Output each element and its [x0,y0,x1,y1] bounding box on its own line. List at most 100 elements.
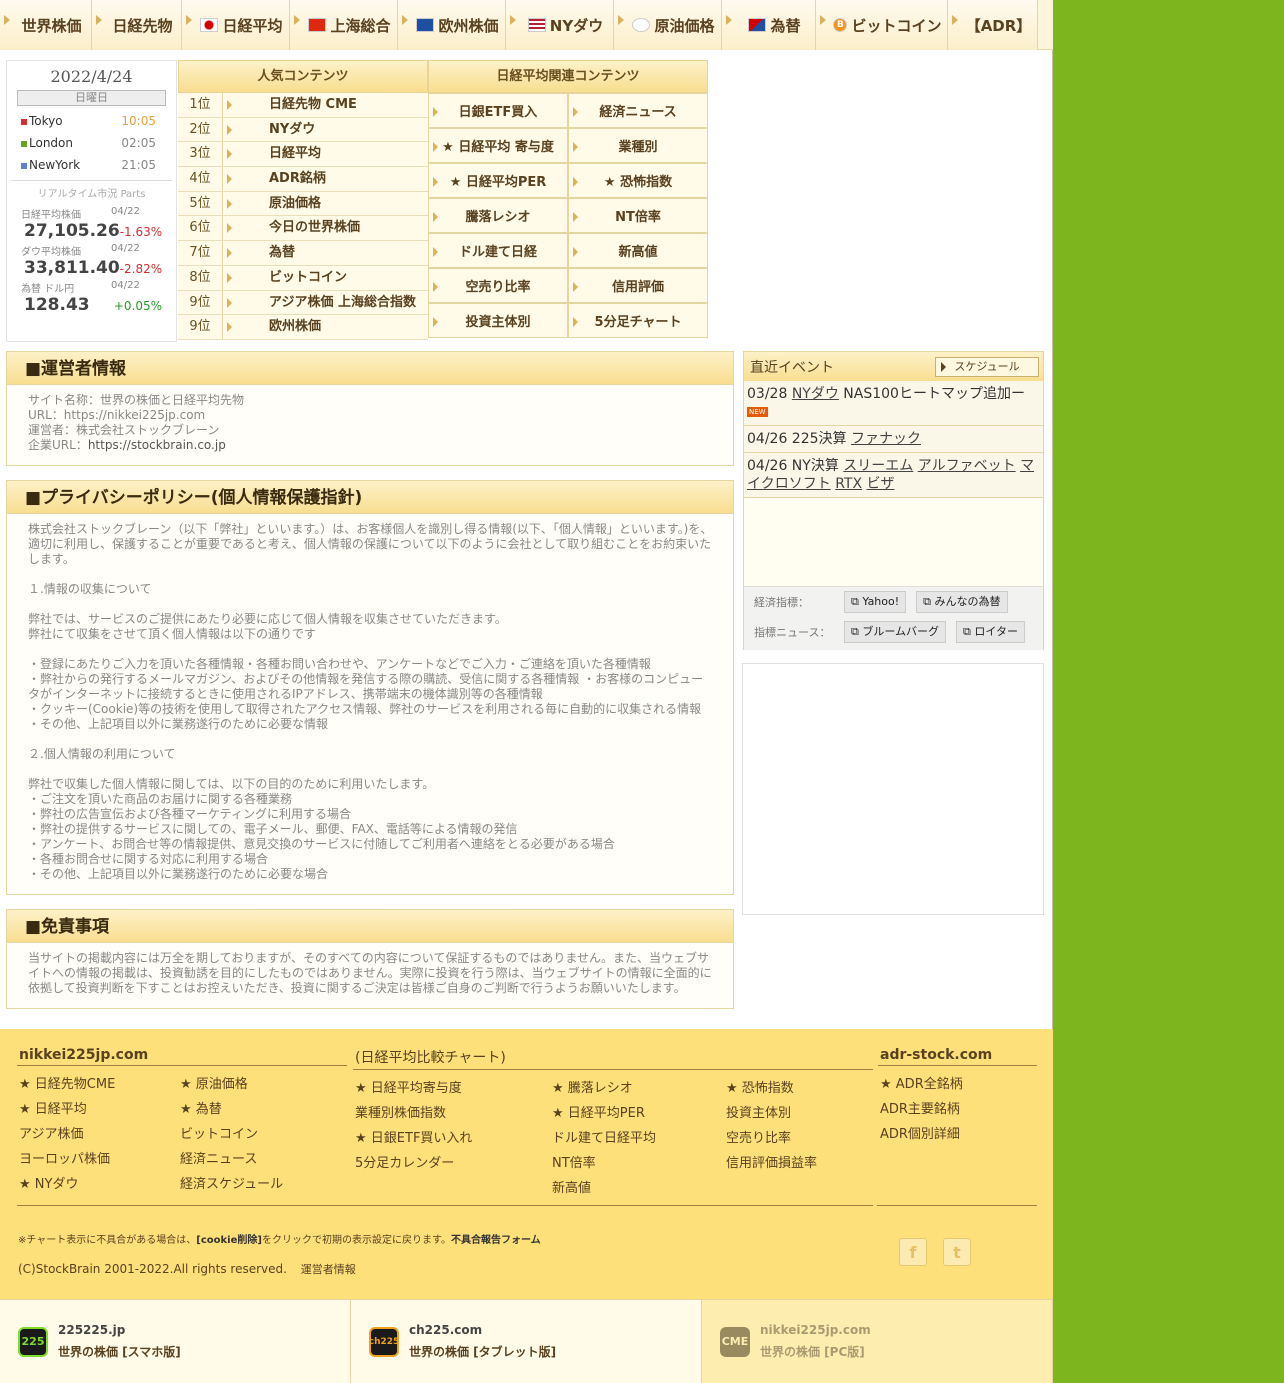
site-link-tablet[interactable]: ch225 ch225.com 世界の株価 [タブレット版] [351,1300,702,1383]
related-link[interactable]: ★ 恐怖指数 [568,163,708,198]
footer-link[interactable]: ★ 為替 [178,1101,339,1126]
footer-link[interactable]: ★ 日経平均寄与度 [353,1080,550,1105]
footer-link[interactable]: 新高値 [550,1180,724,1205]
related-title: 日経平均関連コンテンツ [428,60,708,93]
event-link[interactable]: ファナック [851,431,921,447]
schedule-button[interactable]: スケジュール [935,356,1039,377]
popular-link[interactable]: 原油価格 [223,192,428,216]
footer-link[interactable]: 5分足カレンダー [353,1155,550,1180]
popular-row[interactable]: 8位 ビットコイン [178,265,428,291]
related-link[interactable]: 業種別 [568,128,708,163]
related-link[interactable]: ドル建て日経 [428,233,568,268]
market-dow[interactable]: ダウ平均株価 04/22 33,811.40 -2.82% [7,243,176,278]
event-link[interactable]: NYダウ [792,386,839,402]
nav-oil[interactable]: 原油価格 [614,0,722,50]
market-date: 04/22 [111,206,140,217]
nav-fx[interactable]: 為替 [722,0,816,50]
footer-link[interactable]: 業種別株価指数 [353,1105,550,1130]
facebook-icon[interactable]: f [899,1238,927,1266]
nav-nikkei-futures[interactable]: 日経先物 [92,0,182,50]
related-link[interactable]: ★ 日経平均 寄与度 [428,128,568,163]
popular-row[interactable]: 4位 ADR銘柄 [178,167,428,192]
popular-row[interactable]: 3位 日経平均 [178,142,428,168]
related-link[interactable]: NT倍率 [568,198,708,233]
external-link-button[interactable]: Yahoo! [844,591,907,613]
popular-row[interactable]: 9位 アジア株価 上海総合指数 [178,290,428,316]
footer-link[interactable]: 経済スケジュール [178,1176,339,1201]
nav-world-stocks[interactable]: 世界株価 [0,0,92,50]
popular-link[interactable]: ADR銘柄 [223,167,428,191]
footer-link[interactable]: 経済ニュース [178,1151,339,1176]
popular-link[interactable]: 日経平均 [223,142,428,166]
footer-link[interactable]: ビットコイン [178,1126,339,1151]
eu-flag-icon [416,18,435,32]
market-nikkei[interactable]: 日経平均株価 04/22 27,105.26 -1.63% [7,206,176,241]
nav-europe[interactable]: 欧州株価 [398,0,506,50]
footer-link[interactable]: ★ ADR全銘柄 [878,1076,1037,1101]
related-link[interactable]: 5分足チャート [568,303,708,338]
footer-link[interactable]: 投資主体別 [724,1105,873,1130]
event-link[interactable]: アルファベット [918,458,1016,474]
operator-info-link[interactable]: 運営者情報 [301,1263,356,1276]
related-link[interactable]: 空売り比率 [428,268,568,303]
popular-row[interactable]: 9位 欧州株価 [178,315,428,340]
related-link[interactable]: 新高値 [568,233,708,268]
popular-link[interactable]: 為替 [223,241,428,265]
event-link[interactable]: RTX [835,476,862,492]
popular-row[interactable]: 7位 為替 [178,241,428,266]
popular-link[interactable]: 今日の世界株価 [223,216,428,240]
footer-link[interactable]: ★ 原油価格 [178,1076,339,1101]
popular-link[interactable]: 欧州株価 [223,315,428,339]
nav-ny-dow[interactable]: NYダウ [506,0,614,50]
operator-company: 運営者：株式会社ストックブレーン [28,423,220,437]
footer-link[interactable]: アジア株価 [17,1126,178,1151]
related-link[interactable]: ★ 日経平均PER [428,163,568,198]
popular-link[interactable]: ビットコイン [223,266,428,290]
parts-label[interactable]: リアルタイム市況 Parts [11,180,172,200]
site-link-smartphone[interactable]: 225 225225.jp 世界の株価 [スマホ版] [0,1300,351,1383]
nav-shanghai[interactable]: 上海総合 [290,0,398,50]
site-link-pc[interactable]: CME nikkei225jp.com 世界の株価 [PC版] [702,1300,1053,1383]
twitter-icon[interactable]: t [943,1238,971,1266]
us-flag-icon [527,18,546,32]
related-link[interactable]: 信用評価 [568,268,708,303]
footer-link[interactable]: ヨーロッパ株価 [17,1151,178,1176]
bug-report-link[interactable]: 不具合報告フォーム [451,1235,541,1246]
popular-row[interactable]: 6位 今日の世界株価 [178,216,428,242]
footer-link[interactable]: 信用評価損益率 [724,1155,873,1180]
footer-link[interactable]: ADR主要銘柄 [878,1101,1037,1126]
footer-link[interactable]: NT倍率 [550,1155,724,1180]
nav-nikkei-average[interactable]: 日経平均 [182,0,290,50]
footer-link[interactable]: ★ 日銀ETF買い入れ [353,1130,550,1155]
external-link-button[interactable]: ロイター [956,621,1025,643]
footer-link[interactable]: ★ 騰落レシオ [550,1080,724,1105]
event-link[interactable]: スリーエム [843,458,913,474]
external-links: 経済指標： Yahoo! みんなの為替 指標ニュース： ブルームバーグ ロイター [744,586,1043,650]
external-link-button[interactable]: ブルームバーグ [844,621,947,643]
popular-link[interactable]: 日経先物 CME [223,93,428,117]
popular-row[interactable]: 5位 原油価格 [178,191,428,217]
footer-link[interactable]: ★ 日経先物CME [17,1076,178,1101]
related-link[interactable]: 投資主体別 [428,303,568,338]
related-link[interactable]: 日銀ETF買入 [428,93,568,128]
footer-link[interactable]: 空売り比率 [724,1130,873,1155]
related-link[interactable]: 経済ニュース [568,93,708,128]
corp-url-link[interactable]: https://stockbrain.co.jp [88,438,226,452]
market-usdjpy[interactable]: 為替 ドル円 04/22 128.43 +0.05% [7,280,176,315]
event-link[interactable]: ビザ [867,476,895,492]
popular-row[interactable]: 1位 日経先物 CME [178,93,428,118]
footer-link[interactable]: ADR個別詳細 [878,1126,1037,1151]
external-link-button[interactable]: みんなの為替 [916,591,1008,613]
popular-link[interactable]: NYダウ [223,118,428,142]
nav-bitcoin[interactable]: B ビットコイン [816,0,948,50]
footer-link[interactable]: ★ 日経平均 [17,1101,178,1126]
footer-link[interactable]: ★ NYダウ [17,1176,178,1201]
popular-row[interactable]: 2位 NYダウ [178,117,428,143]
footer-link[interactable]: ドル建て日経平均 [550,1130,724,1155]
footer-link[interactable]: ★ 日経平均PER [550,1105,724,1130]
related-link[interactable]: 騰落レシオ [428,198,568,233]
nav-adr[interactable]: 【ADR】 [948,0,1038,50]
cookie-delete-link[interactable]: [cookie削除] [196,1235,262,1246]
footer-link[interactable]: ★ 恐怖指数 [724,1080,873,1105]
popular-link[interactable]: アジア株価 上海総合指数 [223,291,428,315]
